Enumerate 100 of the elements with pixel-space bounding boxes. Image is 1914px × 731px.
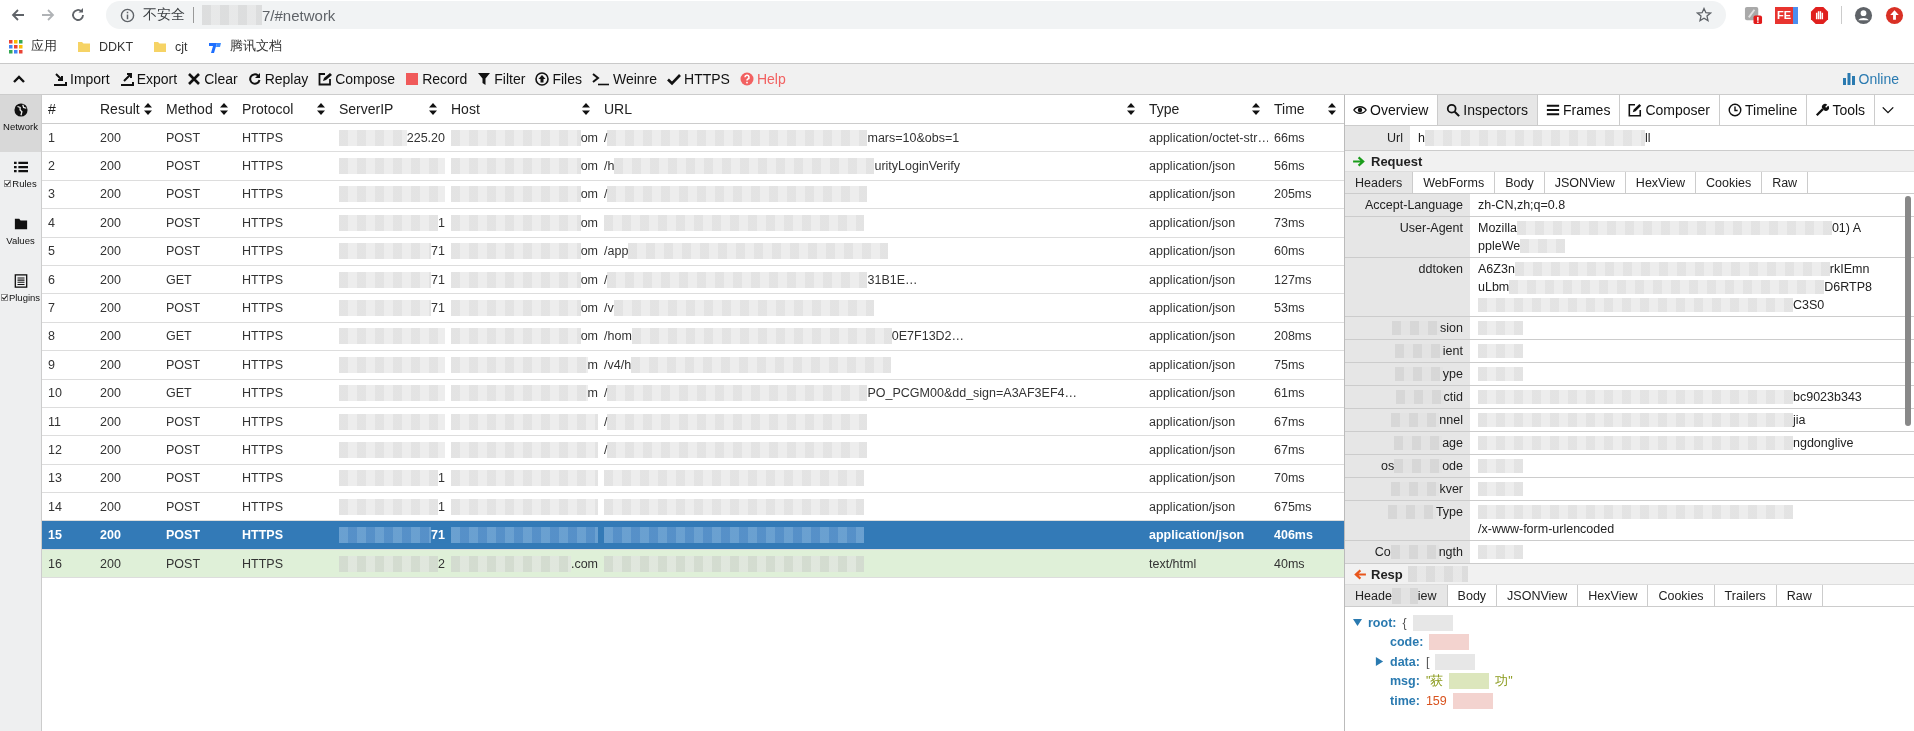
- sidebar-tab[interactable]: Plugins: [0, 266, 41, 323]
- table-cell: 4: [48, 215, 55, 230]
- table-cell: application/json: [1149, 357, 1236, 372]
- table-cell: 67ms: [1274, 443, 1305, 457]
- expander-icon[interactable]: [1353, 618, 1362, 628]
- toolbar-button[interactable]: Weinre: [586, 66, 663, 92]
- column-header[interactable]: Time: [1274, 101, 1305, 117]
- table-cell: HTTPS: [242, 159, 283, 174]
- table-cell: HTTPS: [242, 414, 283, 429]
- sort-icon[interactable]: [144, 103, 152, 115]
- header-name: nnel: [1439, 413, 1463, 427]
- column-header[interactable]: Host: [451, 101, 480, 117]
- table-row[interactable]: 1 200 POST HTTPS 225.20 om / mars=10&obs=1 application/octet-str… 66ms: [42, 124, 1344, 153]
- sidebar-tab[interactable]: Rules: [0, 152, 41, 209]
- table-row[interactable]: 12 200 POST HTTPS / application/json 67ms: [42, 436, 1344, 465]
- table-row[interactable]: 7 200 POST HTTPS 71 om /v application/json 53ms: [42, 294, 1344, 323]
- table-cell: om: [580, 130, 598, 145]
- table-cell: 1: [438, 471, 445, 486]
- table-row[interactable]: 15 200 POST HTTPS 71 application/json 406ms: [42, 521, 1344, 550]
- header-name: Co: [1374, 545, 1391, 559]
- refresh-icon: [247, 72, 262, 86]
- toolbar-button[interactable]: Compose: [313, 66, 401, 92]
- bookmark[interactable]: 应用: [9, 38, 57, 55]
- toolbar-button[interactable]: Clear: [182, 66, 243, 92]
- table-row[interactable]: 9 200 POST HTTPS m /v4/h application/json 75ms: [42, 351, 1344, 380]
- sort-icon[interactable]: [582, 103, 590, 115]
- response-tab[interactable]: Heade iew: [1345, 585, 1448, 606]
- table-row[interactable]: 8 200 GET HTTPS om /hom 0E7F13D2… application/json 208ms: [42, 322, 1344, 352]
- stop-hand-icon[interactable]: [1810, 5, 1829, 25]
- inspector-tab[interactable]: Inspectors: [1438, 95, 1538, 125]
- apps-grid-icon: [9, 39, 23, 54]
- table-cell: 200: [100, 556, 121, 571]
- request-tab[interactable]: Headers: [1345, 172, 1414, 193]
- column-header[interactable]: Protocol: [242, 101, 294, 117]
- bookmark[interactable]: 腾讯文档: [207, 38, 282, 55]
- sort-icon[interactable]: [1328, 103, 1336, 115]
- checkbox[interactable]: [0, 294, 8, 301]
- column-header[interactable]: Result: [100, 101, 140, 117]
- blur-patch: [1478, 344, 1523, 358]
- update-icon[interactable]: [1885, 5, 1904, 25]
- table-row[interactable]: 4 200 POST HTTPS 1 om application/json 73ms: [42, 209, 1344, 238]
- column-header[interactable]: Method: [166, 101, 213, 117]
- sort-icon[interactable]: [1252, 103, 1260, 115]
- table-cell: text/html: [1149, 556, 1197, 571]
- export-icon: [119, 72, 134, 86]
- star-icon[interactable]: [1695, 7, 1712, 23]
- header-name: age: [1442, 436, 1463, 450]
- clock-icon: [1728, 103, 1742, 117]
- back-icon[interactable]: [10, 7, 26, 23]
- column-header[interactable]: ServerIP: [339, 101, 394, 117]
- table-row[interactable]: 16 200 POST HTTPS 2 .com text/html 40ms: [42, 549, 1344, 579]
- table-cell: 200: [100, 159, 121, 174]
- table-cell: 200: [100, 357, 121, 372]
- account-icon[interactable]: [1854, 5, 1873, 25]
- bookmark[interactable]: cjt: [153, 39, 188, 54]
- document-icon: [13, 274, 28, 288]
- table-row[interactable]: 6 200 GET HTTPS 71 om / 31B1E… application/json 127ms: [42, 265, 1344, 295]
- table-cell: 2: [48, 159, 55, 174]
- column-header[interactable]: Type: [1149, 101, 1180, 117]
- column-header[interactable]: URL: [604, 101, 632, 117]
- toolbar-button[interactable]: Import: [48, 66, 115, 92]
- reload-icon[interactable]: [70, 7, 86, 23]
- extension-logo[interactable]: FE: [1774, 6, 1798, 24]
- table-row[interactable]: 5 200 POST HTTPS 71 om /app application/json 60ms: [42, 237, 1344, 266]
- table-cell: 1: [438, 215, 445, 230]
- table-cell: HTTPS: [242, 357, 283, 372]
- table-row[interactable]: 10 200 GET HTTPS m / PO_PCGM00&dd_sign=A3AF3EF4… application/json 61ms: [42, 379, 1344, 408]
- bookmark[interactable]: DDKT: [77, 39, 134, 54]
- toolbar-button[interactable]: HTTPS: [662, 66, 735, 92]
- table-row[interactable]: 11 200 POST HTTPS / application/json 67ms: [42, 407, 1344, 437]
- sidebar-tab[interactable]: Values: [0, 209, 41, 266]
- extension-icon[interactable]: [1743, 5, 1763, 25]
- header-value: /x-www-form-urlencoded: [1478, 522, 1615, 537]
- online-button[interactable]: Online: [1836, 66, 1904, 92]
- table-cell: application/json: [1149, 215, 1236, 230]
- toolbar-button[interactable]: Filter: [472, 66, 531, 92]
- sort-icon[interactable]: [220, 103, 228, 115]
- table-row[interactable]: 2 200 POST HTTPS om /h urityLoginVerify application/json 56ms: [42, 152, 1344, 181]
- header-value: ppleWe: [1478, 239, 1521, 254]
- column-header[interactable]: #: [48, 101, 56, 117]
- toolbar-button[interactable]: Replay: [242, 66, 314, 92]
- table-cell: application/json: [1149, 528, 1245, 543]
- toolbar-button[interactable]: Record: [400, 66, 473, 92]
- checkbox[interactable]: [4, 180, 12, 187]
- edit-icon: [318, 72, 333, 86]
- sort-icon[interactable]: [317, 103, 325, 115]
- toolbar-button[interactable]: Export: [114, 66, 183, 92]
- sidebar-tab[interactable]: Network: [0, 95, 41, 152]
- scrollbar[interactable]: [1905, 196, 1911, 426]
- toolbar-button[interactable]: Files: [530, 66, 587, 92]
- table-row[interactable]: 13 200 POST HTTPS 1 application/json 70ms: [42, 464, 1344, 494]
- info-icon[interactable]: [120, 7, 135, 23]
- expander-icon[interactable]: [1375, 657, 1384, 667]
- json-key: code:: [1390, 635, 1424, 650]
- arrow-left-icon: [1353, 568, 1366, 580]
- table-row[interactable]: 3 200 POST HTTPS om / application/json 205ms: [42, 180, 1344, 210]
- sort-icon[interactable]: [1127, 103, 1135, 115]
- folder-icon: [153, 39, 168, 54]
- sort-icon[interactable]: [429, 103, 437, 115]
- address-bar[interactable]: 不安全 7/#network: [106, 1, 1726, 29]
